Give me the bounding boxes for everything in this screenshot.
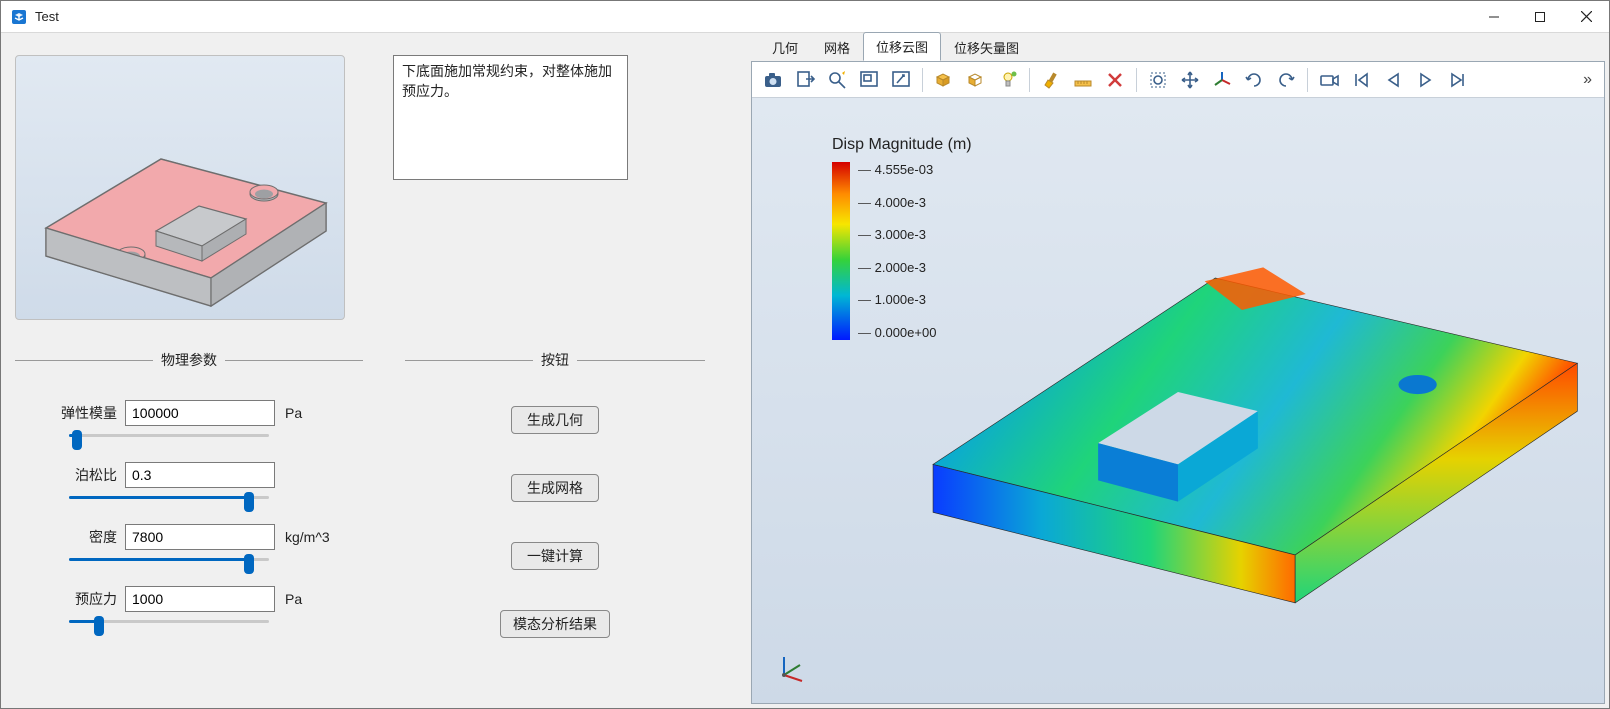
colorbar-title: Disp Magnitude (m)	[832, 136, 972, 154]
result-viewport[interactable]: Disp Magnitude (m)	[752, 98, 1604, 703]
rotate-ccw-icon[interactable]	[1271, 65, 1301, 95]
box-select-icon[interactable]	[929, 65, 959, 95]
right-panel: 几何 网格 位移云图 位移矢量图	[751, 37, 1605, 704]
buttons-group: 按钮 生成几何 生成网格 一键计算 模态分析结果	[405, 350, 705, 648]
density-unit: kg/m^3	[285, 529, 330, 545]
density-input[interactable]	[125, 524, 275, 550]
colorbar-tick: 3.000e-3	[858, 227, 936, 242]
geometry-preview	[15, 55, 345, 320]
poisson-slider[interactable]	[69, 490, 269, 504]
face-select-icon[interactable]	[961, 65, 991, 95]
young-unit: Pa	[285, 405, 302, 421]
colorbar-gradient-icon	[832, 162, 850, 340]
viewer-toolbar: »	[752, 62, 1604, 98]
colorbar-tick: 4.555e-03	[858, 162, 936, 177]
camera-icon[interactable]	[758, 65, 788, 95]
app-window: Test	[0, 0, 1610, 709]
step-back-icon[interactable]	[1378, 65, 1408, 95]
young-label: 弹性模量	[57, 403, 117, 423]
rotate-cw-icon[interactable]	[1239, 65, 1269, 95]
brush-icon[interactable]	[1036, 65, 1066, 95]
delete-icon[interactable]	[1100, 65, 1130, 95]
view-tabs: 几何 网格 位移云图 位移矢量图	[751, 37, 1605, 61]
minimize-button[interactable]	[1471, 1, 1517, 33]
window-title: Test	[35, 9, 59, 24]
viewer-pane: » Disp Magnitude (m)	[751, 61, 1605, 704]
poisson-label: 泊松比	[57, 465, 117, 485]
titlebar: Test	[1, 1, 1609, 33]
zoom-box-icon[interactable]	[854, 65, 884, 95]
description-textbox[interactable]: 下底面施加常规约束，对整体施加预应力。	[393, 55, 628, 180]
compute-button[interactable]: 一键计算	[511, 542, 599, 570]
density-slider[interactable]	[69, 552, 269, 566]
crop-select-icon[interactable]	[1143, 65, 1173, 95]
pan-all-icon[interactable]	[1175, 65, 1205, 95]
tab-geometry[interactable]: 几何	[759, 33, 811, 61]
tab-mesh[interactable]: 网格	[811, 33, 863, 61]
prestress-unit: Pa	[285, 591, 302, 607]
left-panel: 下底面施加常规约束，对整体施加预应力。 物理参数 弹性模量 Pa	[5, 37, 747, 704]
young-input[interactable]	[125, 400, 275, 426]
prestress-slider[interactable]	[69, 614, 269, 628]
params-group-title: 物理参数	[153, 350, 225, 370]
app-icon	[11, 9, 27, 25]
play-icon[interactable]	[1410, 65, 1440, 95]
light-icon[interactable]	[993, 65, 1023, 95]
prestress-label: 预应力	[57, 589, 117, 609]
poisson-input[interactable]	[125, 462, 275, 488]
physical-params-group: 物理参数 弹性模量 Pa	[15, 350, 363, 648]
video-icon[interactable]	[1314, 65, 1344, 95]
export-icon[interactable]	[790, 65, 820, 95]
zoom-area-icon[interactable]	[886, 65, 916, 95]
step-forward-icon[interactable]	[1442, 65, 1472, 95]
maximize-button[interactable]	[1517, 1, 1563, 33]
generate-geometry-button[interactable]: 生成几何	[511, 406, 599, 434]
tab-disp-cloud[interactable]: 位移云图	[863, 32, 941, 61]
tab-disp-vector[interactable]: 位移矢量图	[941, 33, 1032, 61]
colorbar-tick: 1.000e-3	[858, 292, 936, 307]
density-label: 密度	[57, 527, 117, 547]
go-first-icon[interactable]	[1346, 65, 1376, 95]
close-button[interactable]	[1563, 1, 1609, 33]
buttons-group-title: 按钮	[533, 350, 577, 370]
ruler-icon[interactable]	[1068, 65, 1098, 95]
generate-mesh-button[interactable]: 生成网格	[511, 474, 599, 502]
colorbar-tick: 2.000e-3	[858, 260, 936, 275]
toolbar-overflow-icon[interactable]: »	[1583, 71, 1598, 89]
colorbar: Disp Magnitude (m)	[832, 136, 972, 340]
young-slider[interactable]	[69, 428, 269, 442]
prestress-input[interactable]	[125, 586, 275, 612]
colorbar-tick: 0.000e+00	[858, 325, 936, 340]
colorbar-ticks: 4.555e-03 4.000e-3 3.000e-3 2.000e-3 1.0…	[858, 162, 936, 340]
colorbar-tick: 4.000e-3	[858, 195, 936, 210]
axes-icon[interactable]	[1207, 65, 1237, 95]
zoom-fit-icon[interactable]	[822, 65, 852, 95]
orientation-triad-icon	[774, 651, 808, 685]
modal-results-button[interactable]: 模态分析结果	[500, 610, 610, 638]
